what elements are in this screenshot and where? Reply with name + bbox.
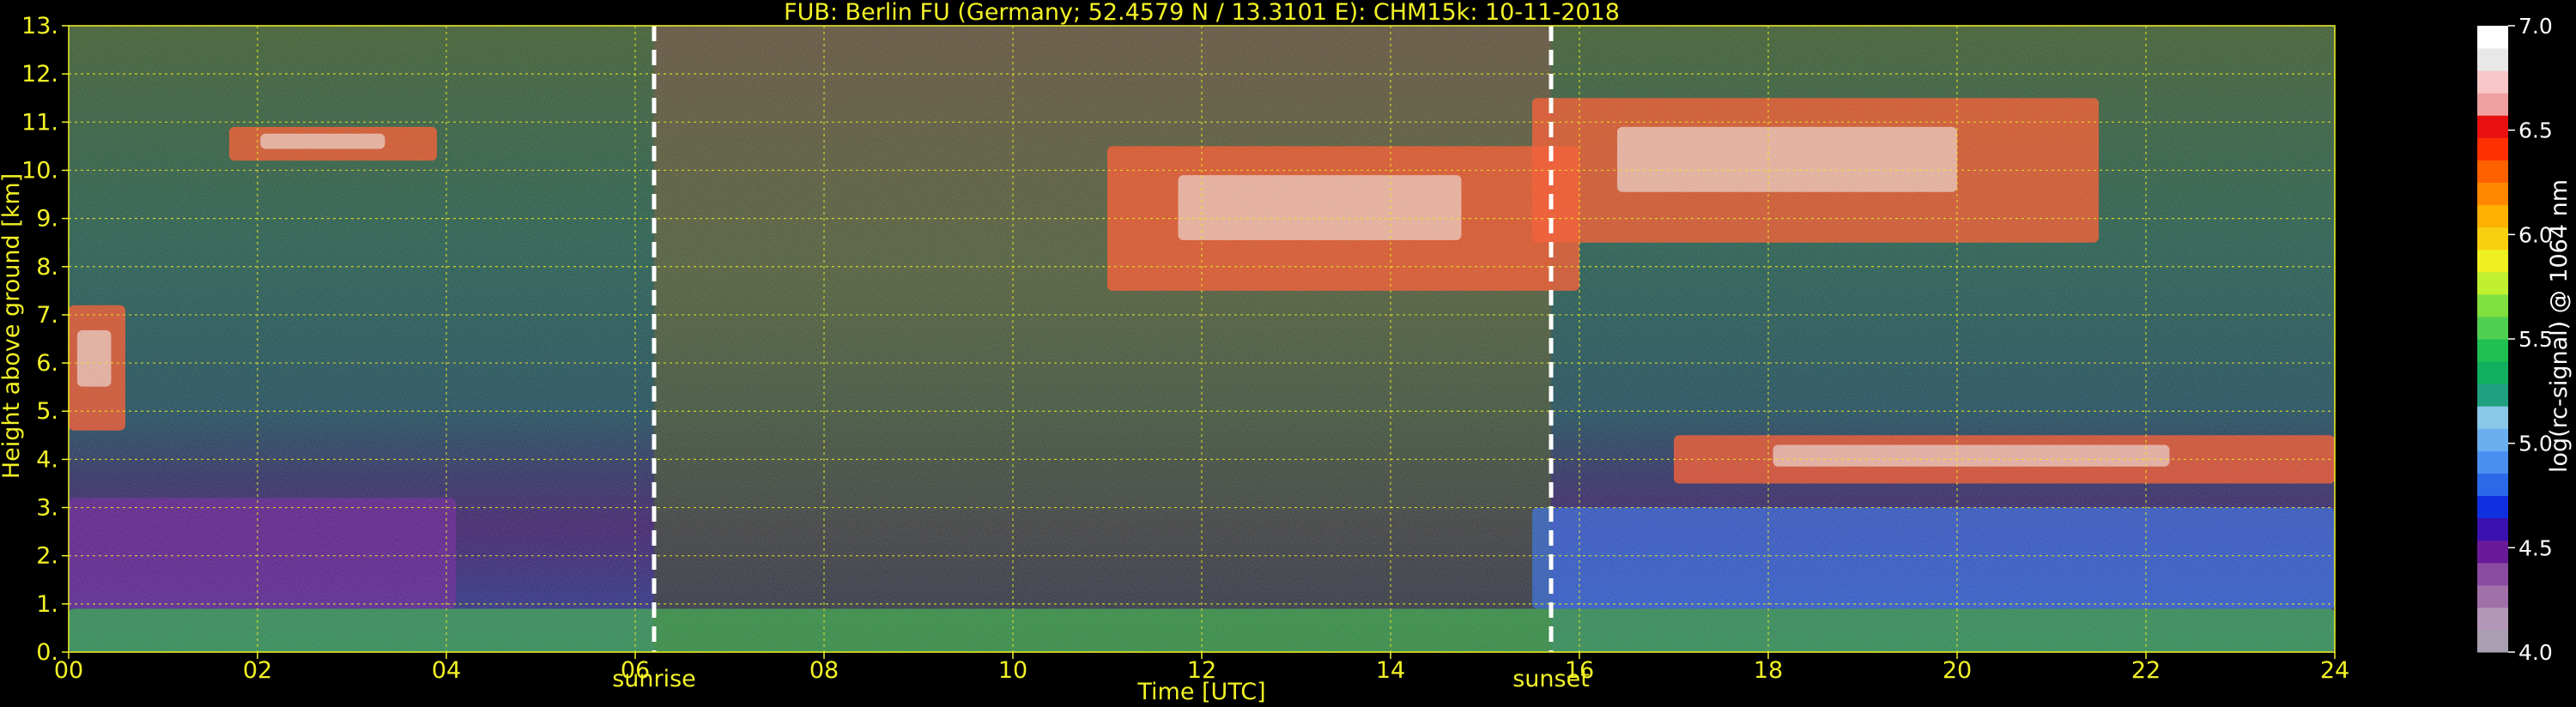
colorbar-segment (2477, 384, 2508, 407)
colorbar-segment (2477, 160, 2508, 183)
colorbar-segment (2477, 361, 2508, 384)
colorbar-segment (2477, 316, 2508, 340)
x-tick-label: 00 (54, 657, 83, 684)
colorbar-segment (2477, 428, 2508, 451)
colorbar-segment (2477, 629, 2508, 653)
colorbar-segment (2477, 48, 2508, 71)
x-tick-label: 14 (1376, 657, 1405, 684)
colorbar-segment (2477, 473, 2508, 496)
colorbar-segment (2477, 26, 2508, 49)
colorbar-tick-label: 7.0 (2518, 14, 2553, 39)
x-tick-label: 18 (1754, 657, 1783, 684)
colorbar-segment (2477, 406, 2508, 429)
colorbar-segment (2477, 227, 2508, 251)
x-tick-label: 22 (2131, 657, 2161, 684)
colorbar-segment (2477, 562, 2508, 586)
y-tick-label: 9. (36, 206, 58, 233)
y-axis-label: Height above ground [km] (0, 173, 25, 479)
x-tick-label: 04 (432, 657, 461, 684)
plot-area: sunrise sunset (68, 25, 2336, 692)
x-tick-label: 02 (243, 657, 272, 684)
colorbar-segment (2477, 339, 2508, 362)
colorbar: 4.04.55.05.56.06.57.0 (2477, 14, 2553, 665)
colorbar-segment (2477, 293, 2508, 317)
colorbar-segment (2477, 249, 2508, 273)
x-tick-label: 06 (621, 657, 650, 684)
chart-title: FUB: Berlin FU (Germany; 52.4579 N / 13.… (784, 0, 1620, 26)
colorbar-segment (2477, 137, 2508, 160)
colorbar-segment (2477, 607, 2508, 631)
y-tick-label: 8. (36, 254, 58, 281)
colorbar-segment (2477, 115, 2508, 138)
colorbar-segment (2477, 450, 2508, 474)
y-tick-label: 1. (36, 591, 58, 618)
y-tick-label: 12. (21, 61, 58, 88)
x-axis-label: Time [UTC] (1136, 679, 1265, 705)
y-axis-ticks: 0.1.2.3.4.5.6.7.8.9.10.11.12.13. (21, 13, 69, 666)
colorbar-segment (2477, 584, 2508, 608)
y-tick-label: 3. (36, 495, 58, 522)
colorbar-segment (2477, 271, 2508, 295)
y-tick-label: 6. (36, 350, 58, 377)
colorbar-segment (2477, 204, 2508, 228)
y-tick-label: 10. (21, 157, 58, 184)
x-tick-label: 24 (2320, 657, 2349, 684)
x-tick-label: 16 (1565, 657, 1594, 684)
colorbar-segment (2477, 70, 2508, 94)
colorbar-label: log(rc-signal) @ 1064 nm (2546, 179, 2573, 473)
y-tick-label: 13. (21, 13, 58, 39)
x-tick-label: 08 (809, 657, 839, 684)
colorbar-tick-label: 4.5 (2518, 535, 2553, 560)
y-tick-label: 4. (36, 446, 58, 473)
colorbar-segment (2477, 540, 2508, 564)
y-tick-label: 11. (21, 109, 58, 136)
colorbar-tick-label: 4.0 (2518, 640, 2553, 665)
x-tick-label: 10 (998, 657, 1027, 684)
colorbar-segment (2477, 495, 2508, 519)
colorbar-segment (2477, 182, 2508, 206)
y-tick-label: 7. (36, 302, 58, 329)
colorbar-segment (2477, 517, 2508, 541)
y-tick-label: 2. (36, 543, 58, 570)
y-tick-label: 5. (36, 398, 58, 425)
x-tick-label: 20 (1943, 657, 1972, 684)
colorbar-segment (2477, 93, 2508, 116)
ceilometer-chart: sunrise sunset 0.1.2.3.4.5.6.7.8.9.10.11.… (0, 0, 2573, 705)
colorbar-tick-label: 6.5 (2518, 118, 2553, 143)
